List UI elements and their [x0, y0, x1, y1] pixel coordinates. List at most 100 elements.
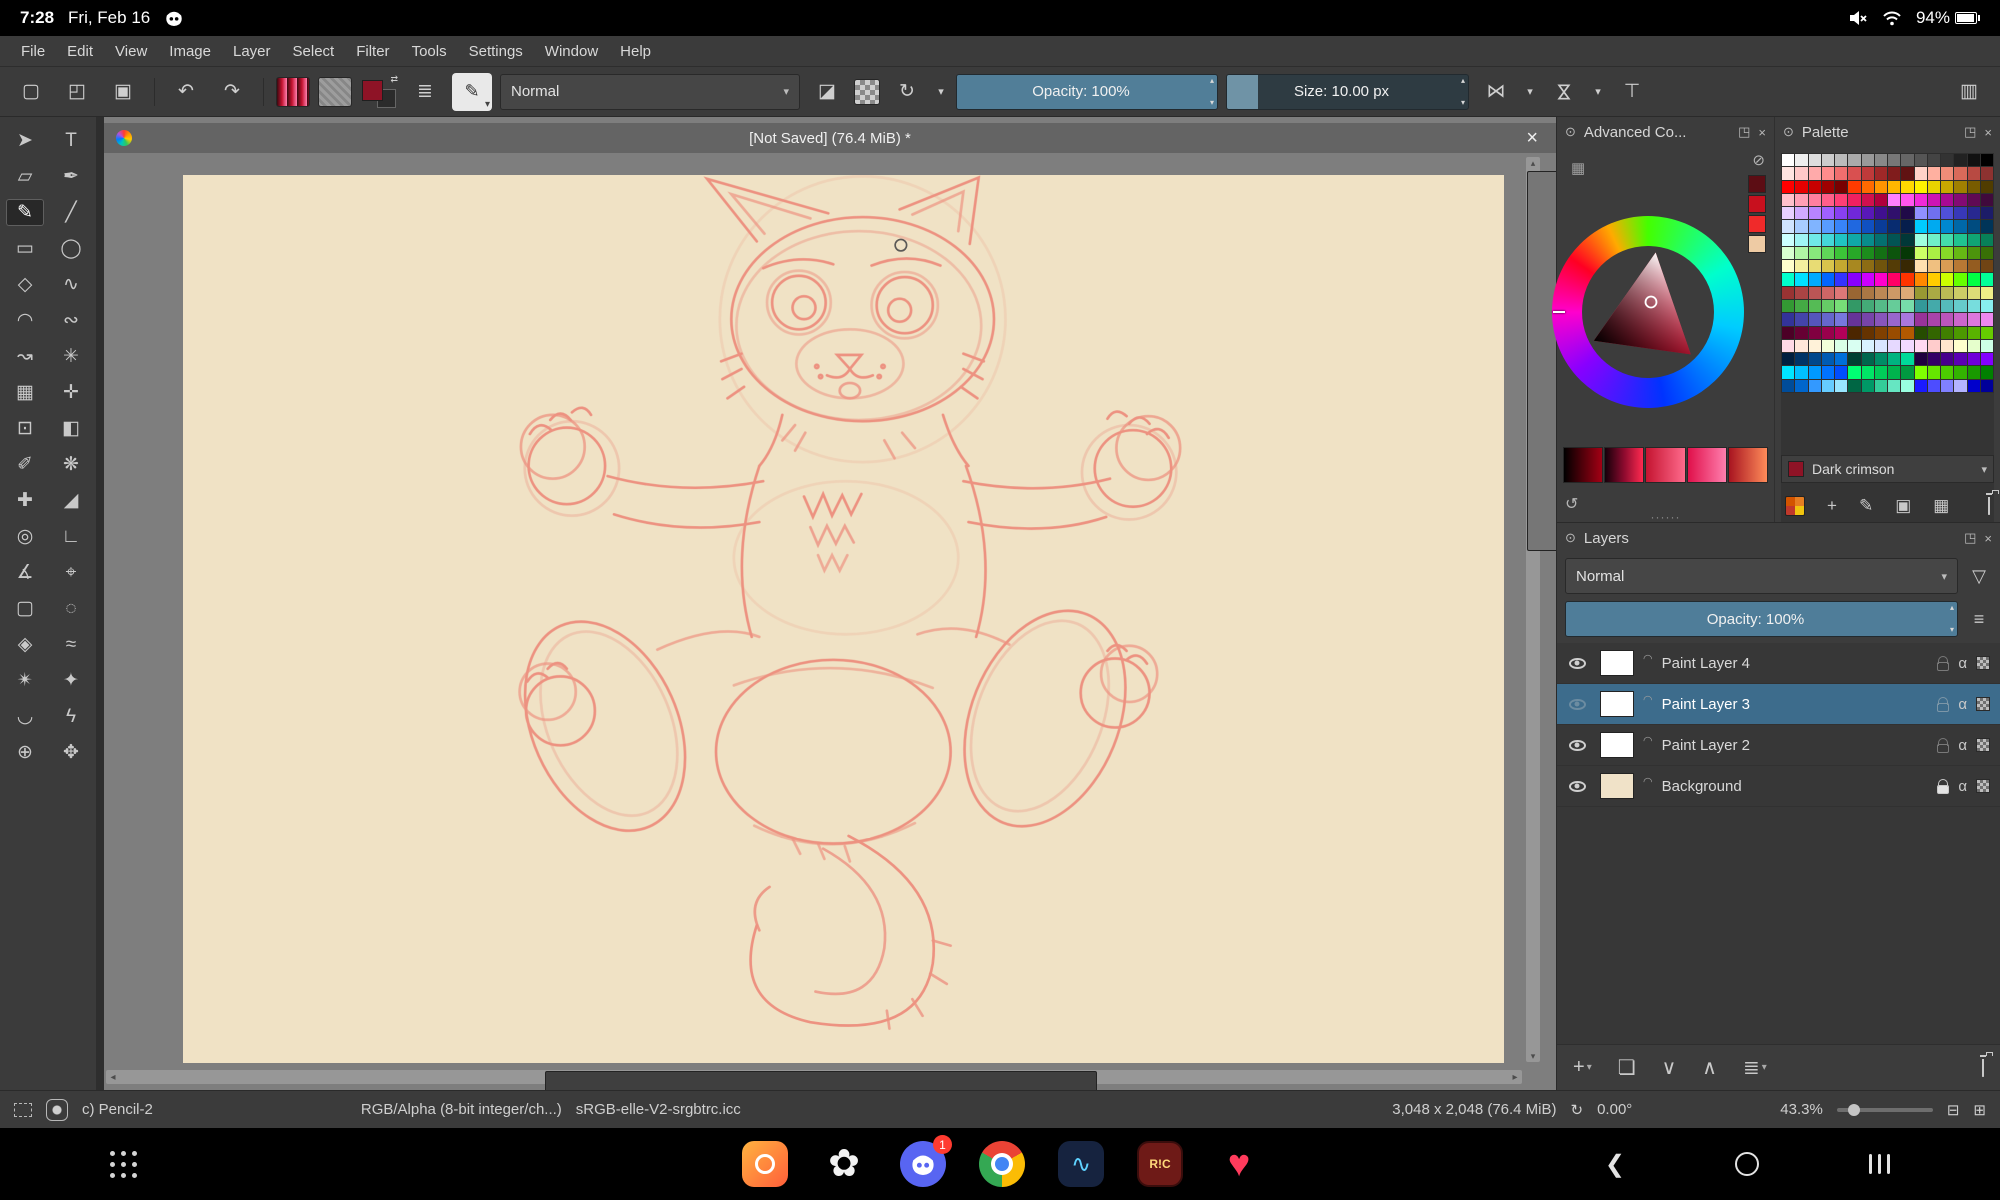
gradient-chooser[interactable] [276, 76, 310, 107]
palette-swatch[interactable] [1821, 273, 1834, 286]
palette-swatch[interactable] [1861, 233, 1874, 246]
palette-swatch[interactable] [1888, 286, 1901, 300]
palette-swatch[interactable] [1941, 260, 1954, 273]
recent-color-swatch[interactable] [1748, 195, 1766, 213]
palette-swatch[interactable] [1835, 353, 1848, 366]
palette-swatch[interactable] [1901, 180, 1914, 193]
layer-alpha-lock-icon[interactable]: α [1958, 655, 1967, 672]
palette-swatch[interactable] [1861, 260, 1874, 273]
palette-swatch[interactable] [1927, 207, 1940, 220]
tool-text[interactable]: T [52, 127, 90, 154]
layer-alpha-lock-icon[interactable]: α [1958, 778, 1967, 795]
palette-swatch[interactable] [1782, 300, 1795, 313]
layer-row[interactable]: ◠ Paint Layer 2 α [1557, 725, 2000, 766]
palette-swatch[interactable] [1901, 366, 1914, 379]
palette-swatch[interactable] [1808, 167, 1821, 180]
tool-polyline[interactable]: ∿ [52, 271, 90, 298]
palette-swatch[interactable] [1980, 220, 1993, 233]
layer-lock-icon[interactable] [1937, 703, 1950, 712]
zoom-in-button[interactable]: ⊞ [1973, 1101, 1986, 1119]
tool-bezier-select[interactable]: ◡ [6, 703, 44, 730]
palette-swatch[interactable] [1861, 246, 1874, 260]
palette-swatch[interactable] [1874, 300, 1887, 313]
palette-swatch[interactable] [1954, 353, 1967, 366]
camera-app-icon[interactable] [742, 1141, 788, 1187]
layer-visibility-toggle[interactable] [1563, 698, 1591, 710]
palette-swatch[interactable] [1835, 366, 1848, 379]
palette-swatch[interactable] [1888, 260, 1901, 273]
palette-swatch[interactable] [1795, 366, 1808, 379]
float-docker-icon[interactable]: ◳ [1964, 530, 1976, 546]
docker-lock-icon[interactable]: ⊙ [1783, 124, 1794, 140]
palette-swatch[interactable] [1874, 273, 1887, 286]
tool-edit-shapes[interactable]: ▱ [6, 163, 44, 190]
palette-swatch[interactable] [1901, 167, 1914, 180]
add-layer-button[interactable]: + ▾ [1573, 1056, 1592, 1079]
palette-swatch[interactable] [1980, 207, 1993, 220]
palette-swatch[interactable] [1848, 353, 1861, 366]
palette-swatch[interactable] [1821, 167, 1834, 180]
layer-row[interactable]: ◠ Paint Layer 4 α [1557, 643, 2000, 684]
palette-swatch[interactable] [1980, 193, 1993, 207]
palette-swatch[interactable] [1782, 313, 1795, 326]
palette-swatch[interactable] [1848, 339, 1861, 353]
palette-swatch[interactable] [1835, 313, 1848, 326]
palette-swatch[interactable] [1835, 207, 1848, 220]
inherit-alpha-icon[interactable] [1976, 738, 1990, 752]
palette-swatch[interactable] [1848, 220, 1861, 233]
shade-segment[interactable] [1686, 447, 1727, 483]
palette-swatch[interactable] [1848, 260, 1861, 273]
menu-filter[interactable]: Filter [345, 39, 400, 64]
palette-swatch[interactable] [1821, 233, 1834, 246]
recent-color-swatch[interactable] [1748, 175, 1766, 193]
palette-swatch[interactable] [1967, 273, 1980, 286]
tool-freehand-brush[interactable]: ✎ [6, 199, 44, 226]
palette-swatch[interactable] [1821, 353, 1834, 366]
palette-swatch[interactable] [1835, 300, 1848, 313]
palette-swatch[interactable] [1967, 193, 1980, 207]
palette-swatch[interactable] [1901, 379, 1914, 392]
palette-swatch[interactable] [1914, 220, 1927, 233]
palette-swatch[interactable] [1808, 366, 1821, 379]
menu-image[interactable]: Image [158, 39, 222, 64]
palette-swatch[interactable] [1914, 313, 1927, 326]
sv-triangle[interactable] [1585, 244, 1711, 370]
palette-swatch[interactable] [1980, 273, 1993, 286]
palette-swatch[interactable] [1901, 154, 1914, 167]
palette-swatch[interactable] [1821, 313, 1834, 326]
palette-swatch[interactable] [1967, 379, 1980, 392]
palette-swatch[interactable] [1914, 353, 1927, 366]
palette-swatch[interactable] [1901, 326, 1914, 339]
palette-swatch[interactable] [1808, 326, 1821, 339]
inherit-alpha-icon[interactable] [1976, 656, 1990, 670]
shade-selector[interactable] [1563, 447, 1769, 483]
app-drawer-icon[interactable] [110, 1150, 137, 1178]
palette-swatch[interactable] [1941, 207, 1954, 220]
palette-swatch[interactable] [1848, 300, 1861, 313]
palette-swatch[interactable] [1888, 233, 1901, 246]
tool-shape-select[interactable]: ➤ [6, 127, 44, 154]
palette-swatch[interactable] [1954, 339, 1967, 353]
close-docker-icon[interactable]: × [1758, 125, 1766, 140]
palette-swatch[interactable] [1914, 339, 1927, 353]
mirror-vertical-dropdown[interactable]: ▾ [1591, 73, 1605, 111]
palette-swatch[interactable] [1954, 326, 1967, 339]
palette-swatch[interactable] [1861, 286, 1874, 300]
palette-swatch[interactable] [1954, 193, 1967, 207]
layer-alpha-lock-icon[interactable]: α [1958, 696, 1967, 713]
palette-swatch[interactable] [1861, 313, 1874, 326]
palette-swatch[interactable] [1901, 220, 1914, 233]
palette-swatch[interactable] [1795, 207, 1808, 220]
palette-swatch[interactable] [1821, 326, 1834, 339]
palette-swatch[interactable] [1835, 154, 1848, 167]
docker-lock-icon[interactable]: ⊙ [1565, 530, 1576, 546]
palette-swatch[interactable] [1782, 260, 1795, 273]
palette-swatch[interactable] [1808, 339, 1821, 353]
palette-swatch[interactable] [1941, 193, 1954, 207]
palette-swatch[interactable] [1941, 339, 1954, 353]
palette-swatch[interactable] [1795, 193, 1808, 207]
close-docker-icon[interactable]: × [1984, 125, 1992, 140]
no-color-icon[interactable]: ⊘ [1752, 151, 1765, 169]
palette-swatch[interactable] [1782, 180, 1795, 193]
brush-size-slider[interactable]: Size: 10.00 px ▴ ▾ [1226, 73, 1469, 110]
